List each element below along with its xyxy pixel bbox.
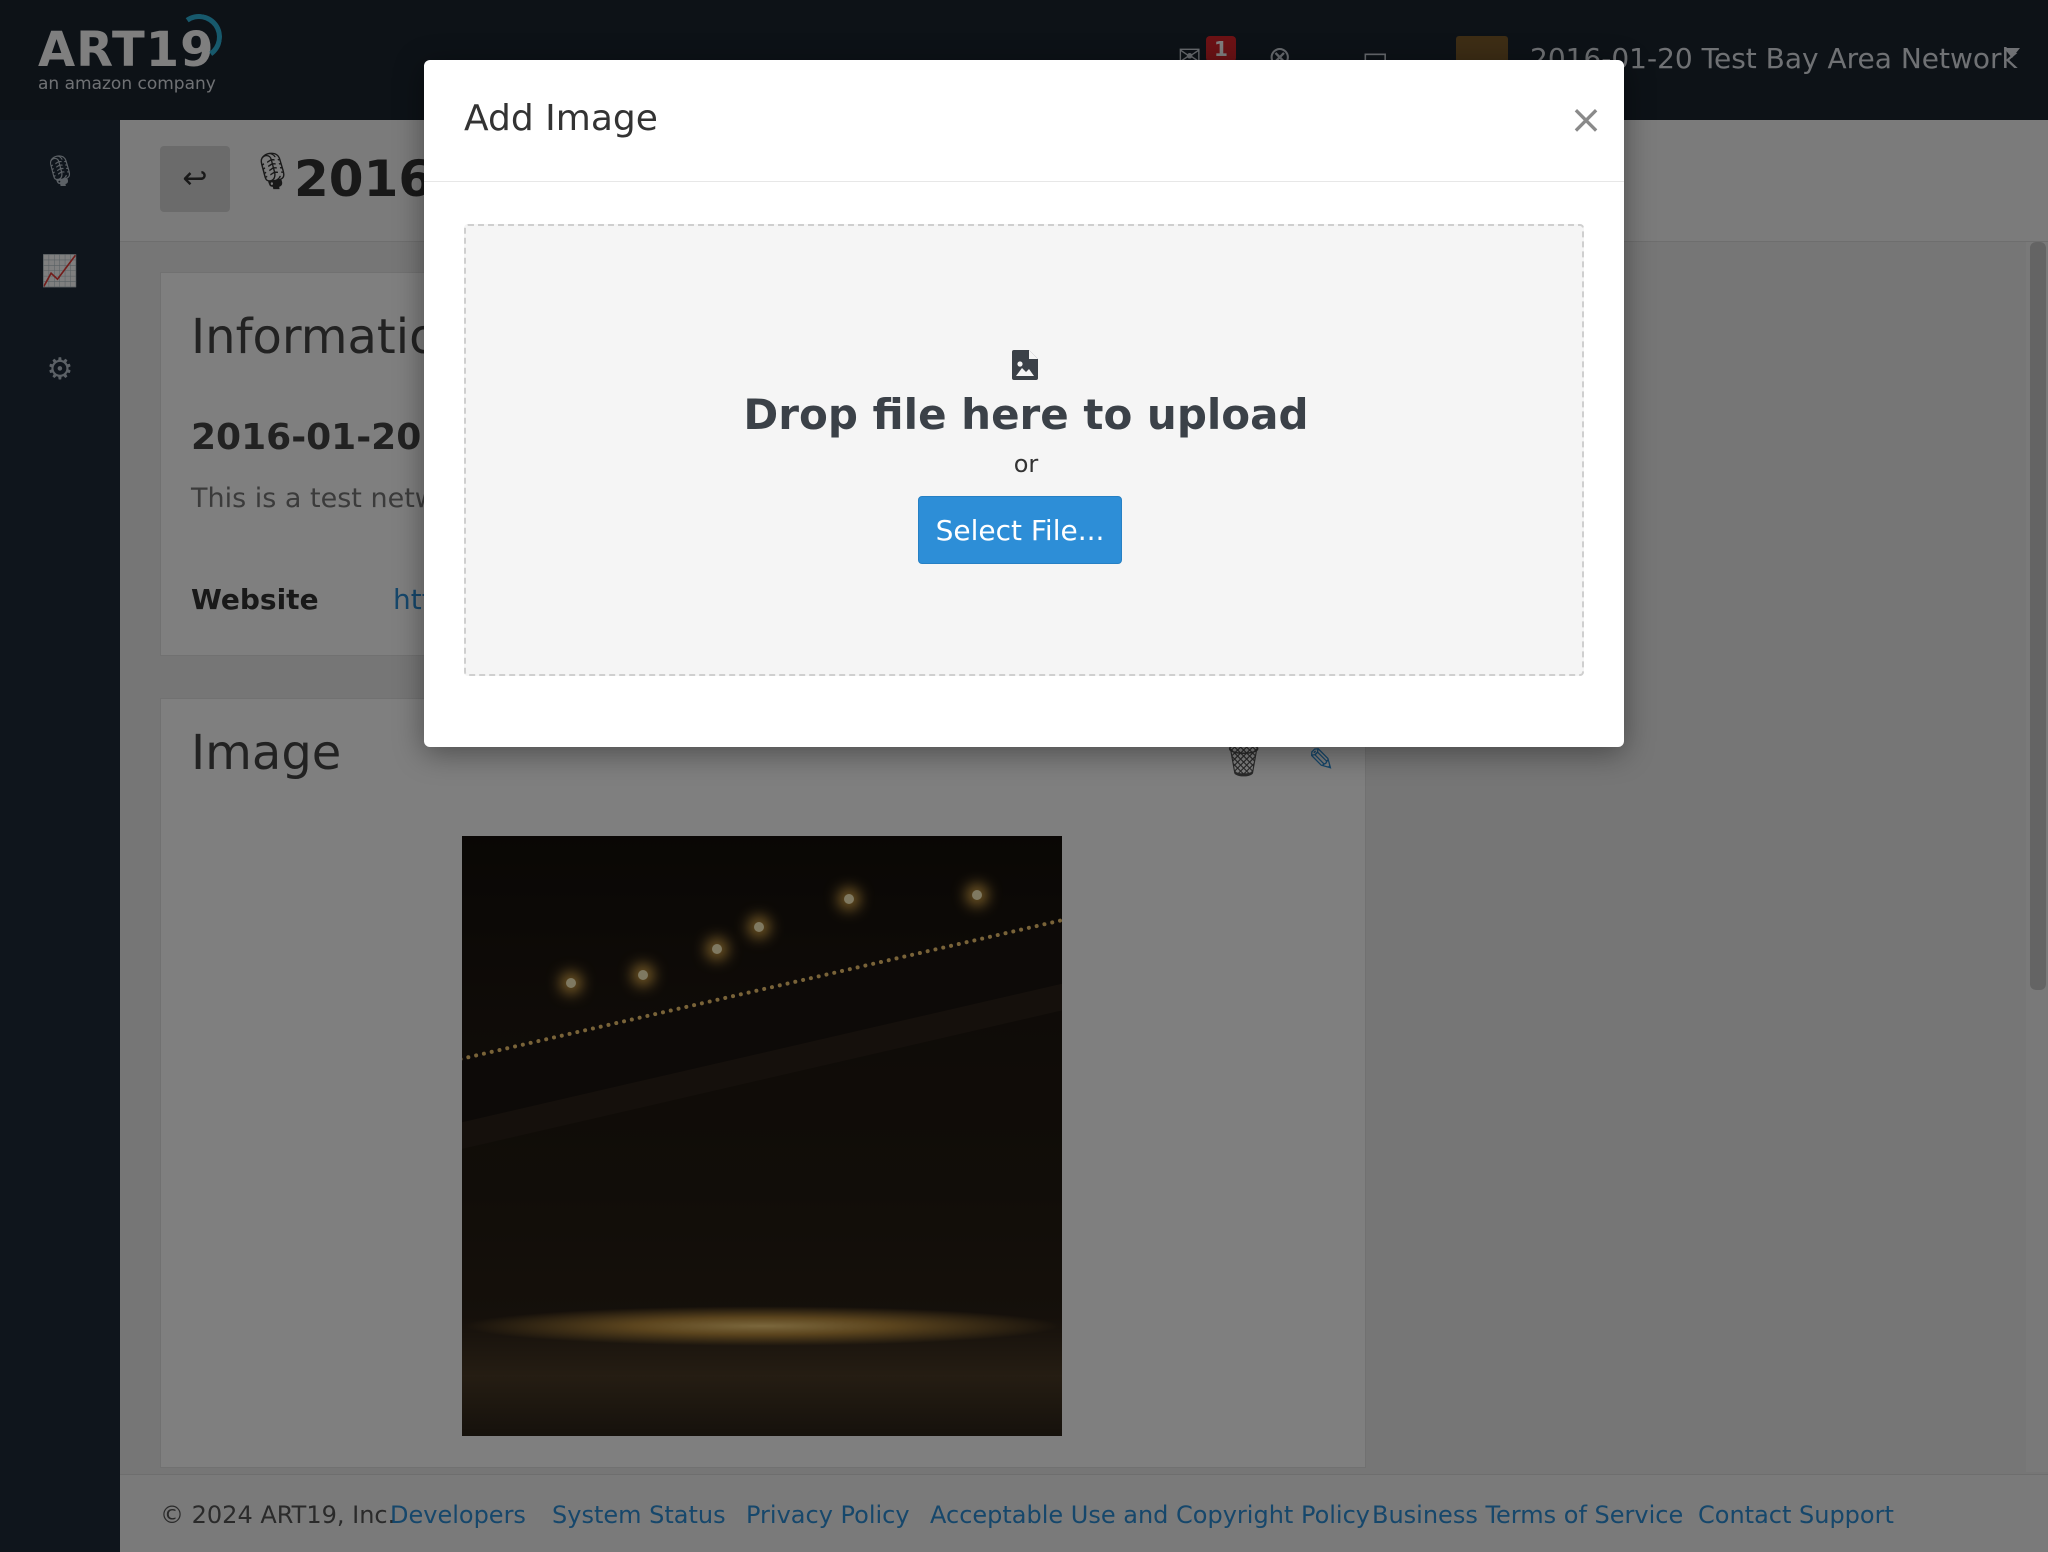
file-image-icon — [1012, 350, 1038, 380]
close-icon[interactable]: × — [1562, 96, 1610, 144]
add-image-modal: Add Image × Drop file here to upload or … — [424, 60, 1624, 747]
modal-header: Add Image × — [424, 60, 1624, 182]
file-dropzone[interactable]: Drop file here to upload or Select File.… — [464, 224, 1584, 676]
or-separator: or — [1013, 450, 1039, 478]
select-file-button[interactable]: Select File... — [918, 496, 1122, 564]
drop-instruction: Drop file here to upload — [743, 390, 1309, 439]
modal-title: Add Image — [464, 98, 658, 139]
